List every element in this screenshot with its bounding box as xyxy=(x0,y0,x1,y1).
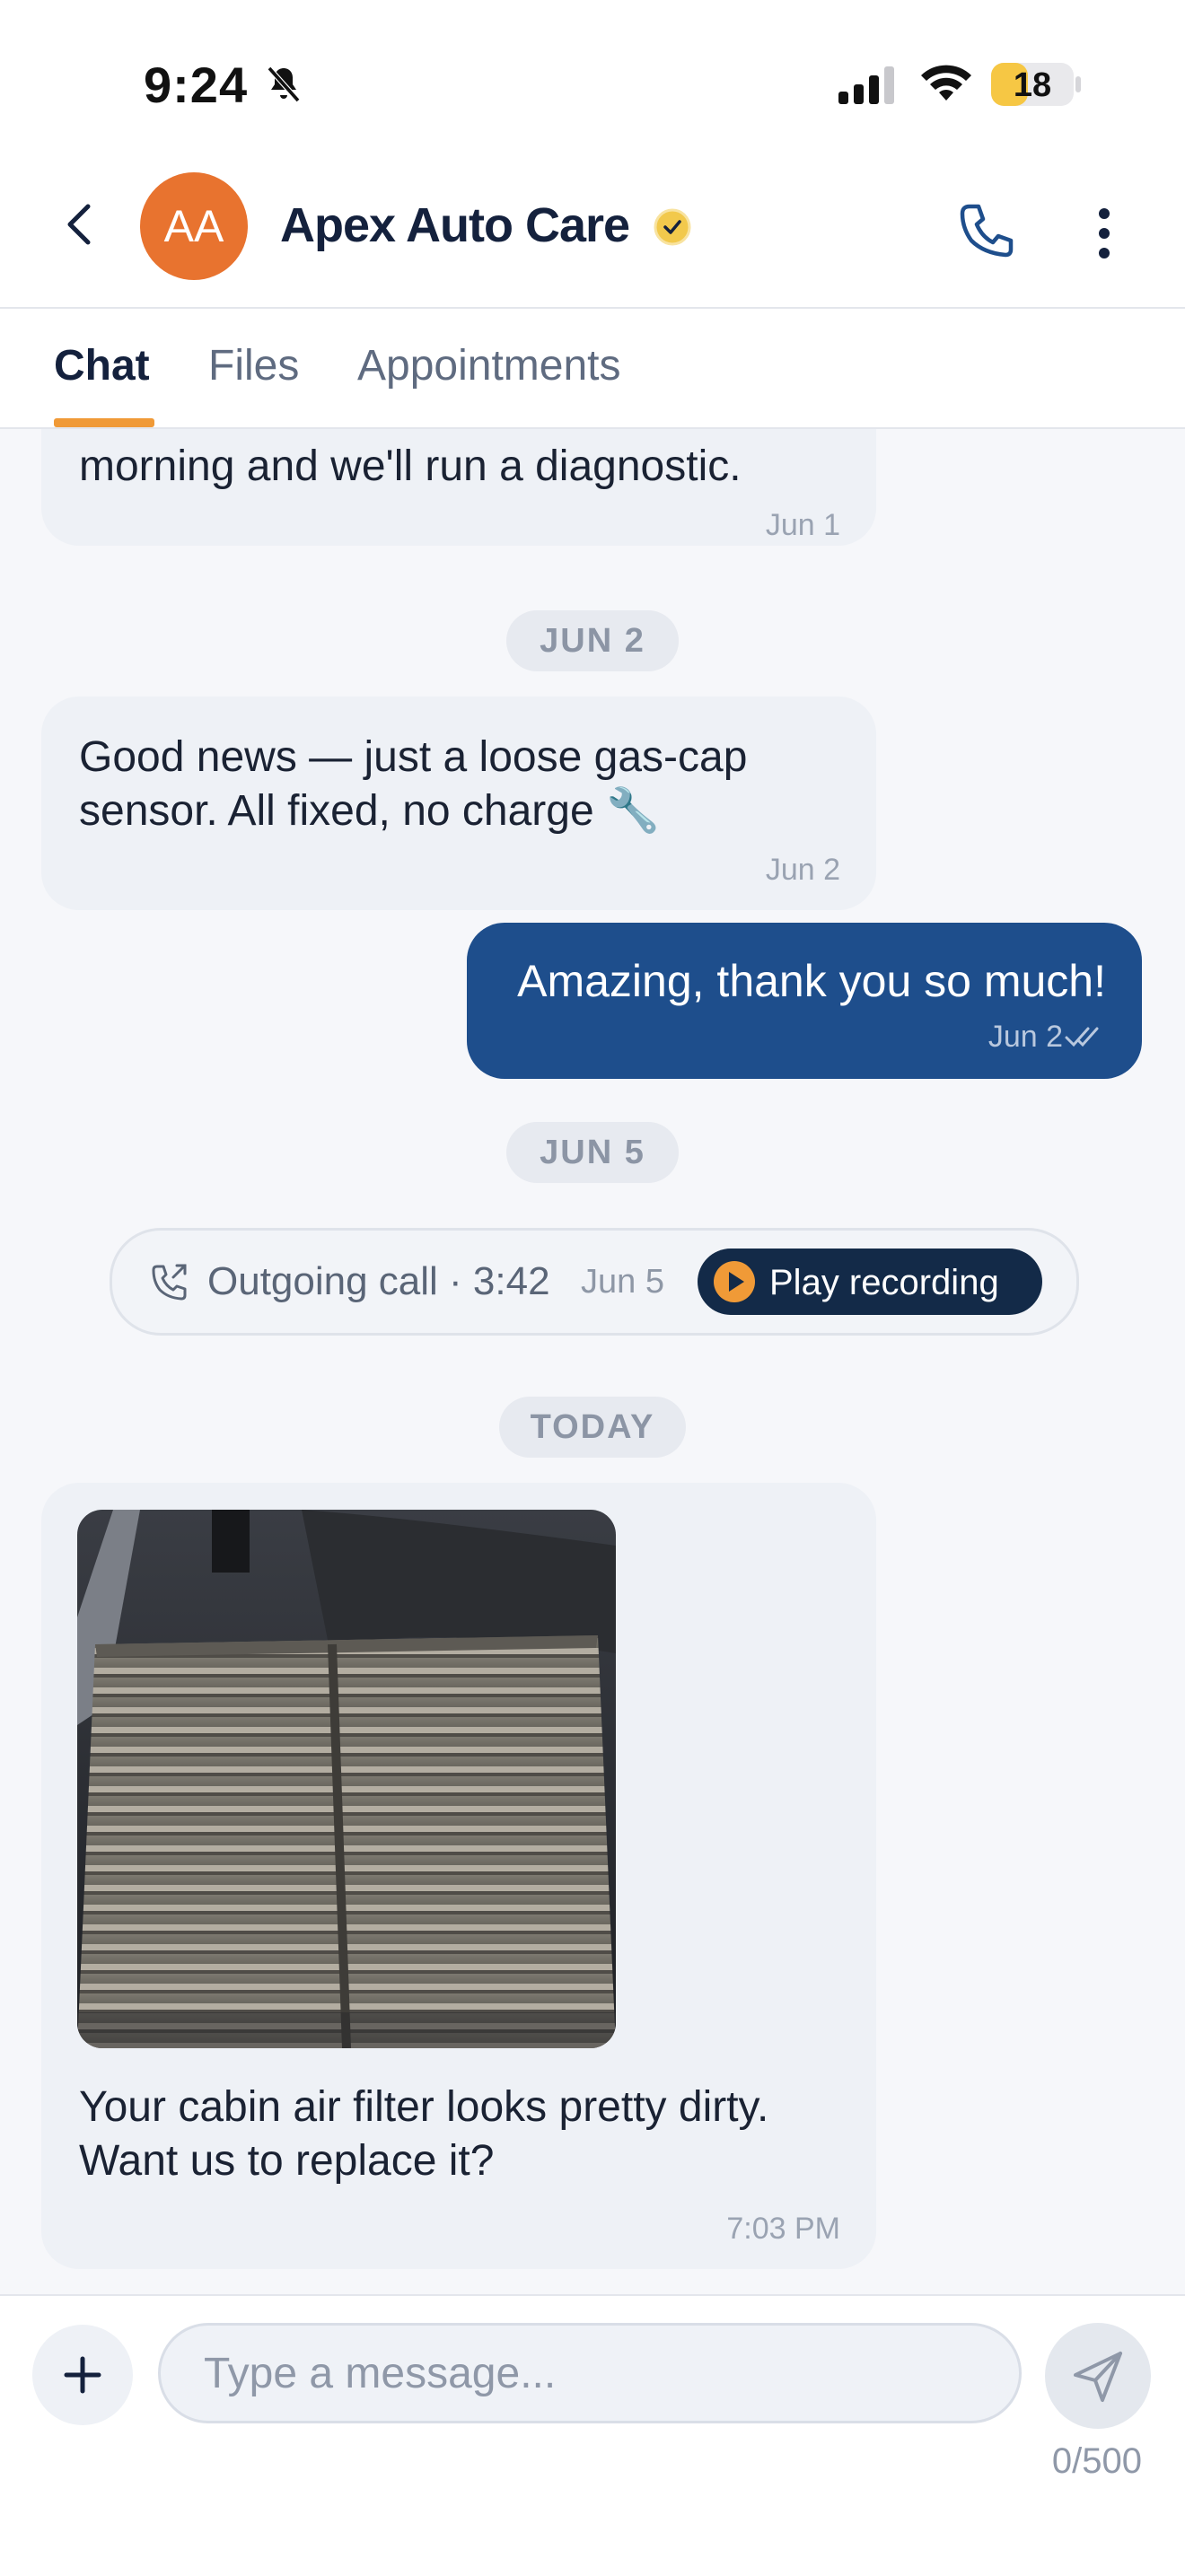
status-bar: 9:24 18 xyxy=(0,0,1185,171)
message-text: Your cabin air filter looks pretty dirty… xyxy=(79,2083,769,2185)
character-counter: 0/500 xyxy=(1051,2441,1142,2481)
chat-header: AA Apex Auto Care xyxy=(0,171,1185,309)
call-log-card: Outgoing call · 3:42 Jun 5 Play recordin… xyxy=(110,1228,1079,1336)
status-time: 9:24 xyxy=(144,57,249,113)
message-time: Jun 1 xyxy=(765,508,840,542)
play-icon xyxy=(714,1261,755,1302)
call-date: Jun 5 xyxy=(581,1263,664,1301)
message-text: morning and we'll run a diagnostic. xyxy=(79,442,742,490)
call-label: Outgoing call · 3:42 xyxy=(207,1259,550,1303)
date-separator: JUN 2 xyxy=(506,610,679,671)
wifi-icon xyxy=(921,65,971,101)
read-receipt-icon xyxy=(1065,1027,1099,1047)
message-input[interactable] xyxy=(158,2323,1022,2423)
battery-cap xyxy=(1075,76,1081,92)
message-text: Good news — just a loose gas-cap sensor.… xyxy=(79,733,748,835)
outgoing-message: Amazing, thank you so much! Jun 2 xyxy=(467,923,1142,1079)
phone-icon[interactable] xyxy=(950,196,1022,267)
tab-files[interactable]: Files xyxy=(208,341,299,390)
date-separator: JUN 5 xyxy=(506,1122,679,1183)
send-button[interactable] xyxy=(1045,2323,1151,2429)
contact-name[interactable]: Apex Auto Care xyxy=(280,197,630,253)
message-composer: 0/500 xyxy=(0,2294,1185,2576)
avatar[interactable]: AA xyxy=(140,172,248,280)
battery-indicator: 18 xyxy=(991,63,1074,106)
message-time: Jun 2 xyxy=(988,1020,1063,1054)
incoming-message: Good news — just a loose gas-cap sensor.… xyxy=(41,697,876,910)
active-tab-indicator xyxy=(54,418,154,427)
play-recording-button[interactable]: Play recording xyxy=(698,1249,1042,1315)
message-time: 7:03 PM xyxy=(726,2212,840,2246)
tab-bar: Chat Files Appointments xyxy=(0,309,1185,429)
cellular-signal-icon xyxy=(838,66,894,104)
plus-icon xyxy=(64,2356,101,2394)
back-chevron-icon[interactable] xyxy=(54,197,108,251)
battery-level: 18 xyxy=(1013,66,1052,104)
add-attachment-button[interactable] xyxy=(32,2325,133,2425)
incoming-message: morning and we'll run a diagnostic. Jun … xyxy=(41,429,876,546)
bell-muted-icon xyxy=(267,66,301,102)
message-text: Amazing, thank you so much! xyxy=(517,956,1106,1006)
chat-scroll-area[interactable]: morning and we'll run a diagnostic. Jun … xyxy=(0,429,1185,2296)
send-icon xyxy=(1074,2352,1122,2402)
cabin-air-filter-photo[interactable] xyxy=(77,1510,616,2048)
message-time: Jun 2 xyxy=(765,853,840,887)
play-recording-label: Play recording xyxy=(769,1263,999,1302)
more-options-icon[interactable] xyxy=(1077,197,1131,269)
tab-appointments[interactable]: Appointments xyxy=(357,341,621,390)
tab-chat[interactable]: Chat xyxy=(54,341,150,390)
outgoing-call-icon xyxy=(152,1264,187,1301)
verified-badge-icon xyxy=(654,208,691,246)
date-separator: TODAY xyxy=(499,1397,686,1458)
incoming-message-with-photo: Your cabin air filter looks pretty dirty… xyxy=(41,1483,876,2269)
